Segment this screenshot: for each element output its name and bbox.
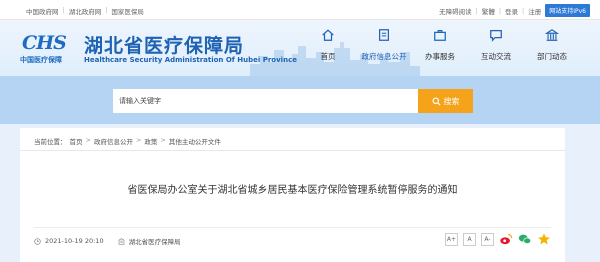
divider: | [522,6,525,15]
article-tools: A+ A A- [445,232,551,246]
star-icon [538,233,550,245]
clock-icon [34,237,41,245]
font-size-medium-button[interactable]: A [463,232,476,246]
wechat-icon [518,234,532,244]
logo[interactable]: CHS 中国医疗保障 [18,30,78,68]
divider: | [62,6,65,14]
document-icon [356,28,412,48]
logo-subtitle: 中国医疗保障 [20,56,62,64]
breadcrumb-home[interactable]: 首页 [70,136,83,146]
nav-gov-info-label: 政府信息公开 [361,52,407,61]
top-bar: 中国政府网 | 湖北政府网 | 国家医保局 无障碍阅读 | 繁體 | 登录 | … [0,0,600,20]
search-button[interactable]: 搜索 [418,89,473,113]
register-link[interactable]: 注册 [528,6,541,16]
site-title-english: Healthcare Security Administration Of Hu… [84,56,297,64]
breadcrumb: 当前位置： 首页 > 政府信息公开 > 政策 > 其他主动公开文件 [34,136,221,146]
article-title: 省医保局办公室关于湖北省城乡居民基本医疗保险管理系统暂停服务的通知 [127,185,458,196]
nav-home-label: 首页 [320,52,336,61]
article-source: 湖北省医疗保障局 [128,238,181,246]
ipv6-badge: 网站支持IPv6 [545,4,590,17]
nav-news[interactable]: 部门动态 [524,28,580,62]
article-meta: 2021-10-19 20:10 湖北省医疗保障局 [34,236,181,246]
divider: | [475,6,478,15]
weibo-icon [500,234,513,245]
nav-interaction-label: 互动交流 [481,52,511,61]
link-gov-cn[interactable]: 中国政府网 [26,6,59,16]
link-hubei-gov[interactable]: 湖北政府网 [69,6,102,16]
building-icon [118,237,124,245]
divider: | [498,6,502,15]
site-header: CHS 中国医疗保障 湖北省医疗保障局 Healthcare Security … [0,20,600,76]
link-nhsa[interactable]: 国家医保局 [111,6,144,16]
article-card: 当前位置： 首页 > 政府信息公开 > 政策 > 其他主动公开文件 省医保局办公… [20,128,565,262]
accessibility-link[interactable]: 无障碍阅读 [439,6,472,16]
traditional-chinese-link[interactable]: 繁體 [482,6,495,16]
chat-icon [468,28,524,48]
nav-gov-info[interactable]: 政府信息公开 [356,28,412,62]
nav-services[interactable]: 办事服务 [412,28,468,62]
nav-home[interactable]: 首页 [300,28,356,62]
search-input[interactable] [113,89,418,113]
article-date: 2021-10-19 20:10 [45,237,104,245]
breadcrumb-separator: > [85,136,91,144]
breadcrumb-policy[interactable]: 政策 [144,136,157,146]
divider [20,150,565,151]
wechat-share-button[interactable] [518,232,532,246]
favorite-button[interactable] [537,232,551,246]
search-icon [431,96,441,106]
breadcrumb-other-files[interactable]: 其他主动公开文件 [169,136,221,146]
search-band: 搜索 [0,76,600,124]
search-button-label: 搜索 [443,96,460,106]
external-links: 中国政府网 | 湖北政府网 | 国家医保局 [26,6,144,16]
bank-icon [524,28,580,48]
breadcrumb-prefix: 当前位置： [34,138,67,146]
nav-services-label: 办事服务 [425,52,455,61]
weibo-share-button[interactable] [499,232,513,246]
site-title: 湖北省医疗保障局 [84,35,245,57]
breadcrumb-separator: > [160,136,166,144]
font-size-large-button[interactable]: A+ [445,232,458,246]
font-size-small-button[interactable]: A- [481,232,494,246]
divider [34,227,551,228]
nav-interaction[interactable]: 互动交流 [468,28,524,62]
nav-news-label: 部门动态 [537,52,567,61]
main-nav: 首页 政府信息公开 办事服务 互动交流 部门动态 [300,28,580,62]
logo-mark: CHS [22,32,67,54]
breadcrumb-gov-info[interactable]: 政府信息公开 [94,136,133,146]
breadcrumb-separator: > [135,136,142,144]
briefcase-icon [412,28,468,48]
login-link[interactable]: 登录 [505,6,518,16]
utility-links: 无障碍阅读 | 繁體 | 登录 | 注册 网站支持IPv6 [439,4,590,17]
home-icon [300,28,356,48]
divider: | [105,6,108,14]
